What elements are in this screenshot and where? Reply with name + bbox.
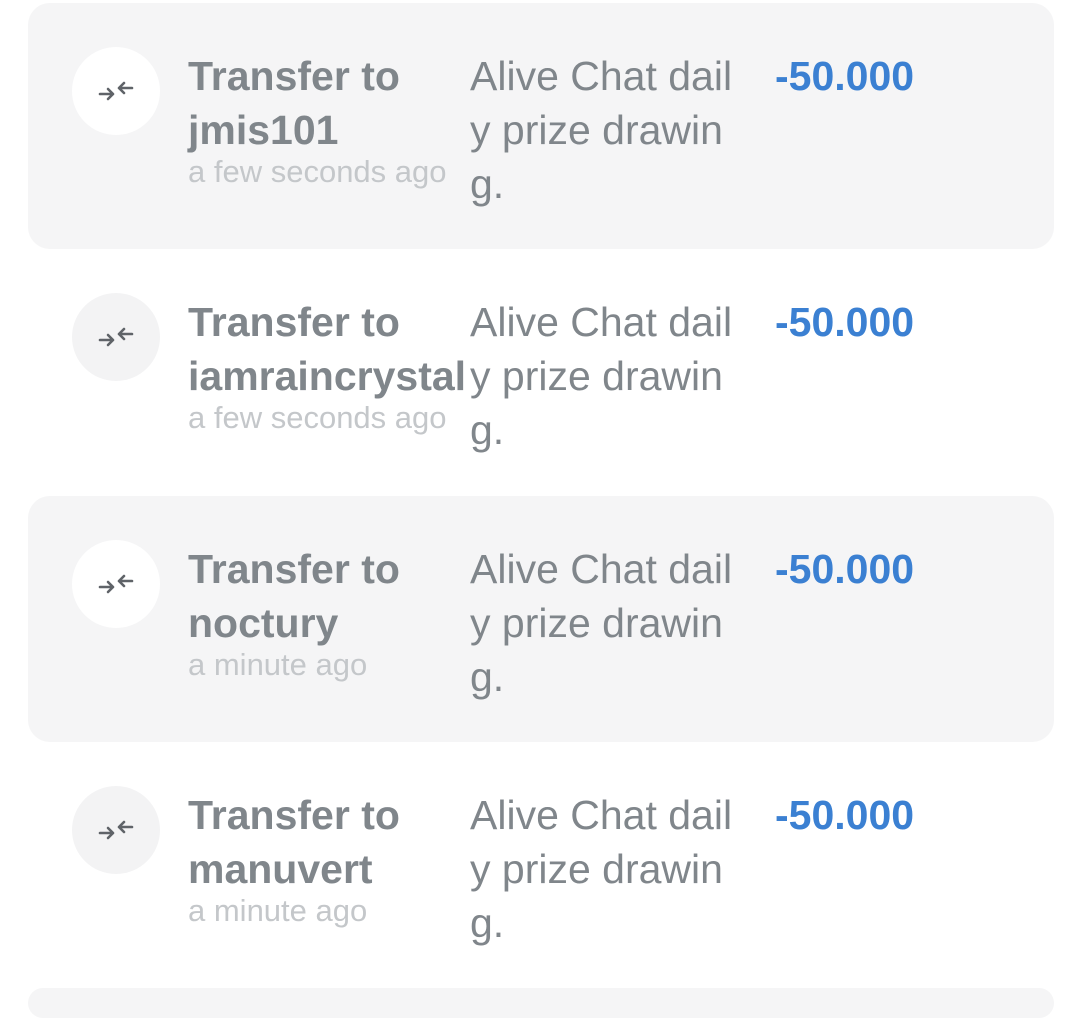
transfer-amount: -50.000 — [775, 792, 915, 838]
memo-line: Alive Chat dail — [470, 792, 733, 838]
transfer-arrows-icon — [72, 47, 160, 135]
memo-line: g. — [470, 407, 505, 453]
transfer-arrows-icon — [72, 786, 160, 874]
memo-line: Alive Chat dail — [470, 299, 733, 345]
transaction-row-partial[interactable] — [28, 988, 1054, 1018]
transfer-arrows-icon — [72, 293, 160, 381]
memo-line: y prize drawin — [470, 107, 723, 153]
transfer-title-prefix: Transfer to — [188, 546, 400, 592]
transaction-row[interactable]: Transfer to manuvert a minute ago Alive … — [28, 742, 1054, 988]
memo-line: y prize drawin — [470, 353, 723, 399]
timestamp: a few seconds ago — [188, 400, 447, 435]
transfer-memo: Alive Chat dail y prize drawin g. — [470, 788, 760, 950]
memo-line: Alive Chat dail — [470, 546, 733, 592]
transfer-title-prefix: Transfer to — [188, 299, 400, 345]
memo-line: y prize drawin — [470, 600, 723, 646]
transfer-memo: Alive Chat dail y prize drawin g. — [470, 542, 760, 704]
transfer-memo: Alive Chat dail y prize drawin g. — [470, 295, 760, 457]
transfer-title: Transfer to jmis101 — [188, 49, 478, 157]
recipient-name: iamraincrystal — [188, 353, 467, 399]
memo-line: y prize drawin — [470, 846, 723, 892]
timestamp: a minute ago — [188, 893, 368, 928]
recipient-name: jmis101 — [188, 107, 339, 153]
transfer-title: Transfer to manuvert — [188, 788, 478, 896]
transfer-title-prefix: Transfer to — [188, 53, 400, 99]
transfer-amount: -50.000 — [775, 299, 915, 345]
transaction-row[interactable]: Transfer to jmis101 a few seconds ago Al… — [28, 3, 1054, 249]
recipient-name: manuvert — [188, 846, 373, 892]
transfer-title-prefix: Transfer to — [188, 792, 400, 838]
memo-line: Alive Chat dail — [470, 53, 733, 99]
transfer-arrows-icon — [72, 540, 160, 628]
timestamp: a few seconds ago — [188, 154, 447, 189]
memo-line: g. — [470, 900, 505, 946]
transfer-title: Transfer to noctury — [188, 542, 478, 650]
memo-line: g. — [470, 654, 505, 700]
timestamp: a minute ago — [188, 647, 368, 682]
transfer-title: Transfer to iamraincrystal — [188, 295, 478, 403]
recipient-name: noctury — [188, 600, 339, 646]
transfer-memo: Alive Chat dail y prize drawin g. — [470, 49, 760, 211]
transfer-amount: -50.000 — [775, 53, 915, 99]
transfer-amount: -50.000 — [775, 546, 915, 592]
transaction-row[interactable]: Transfer to noctury a minute ago Alive C… — [28, 496, 1054, 742]
memo-line: g. — [470, 161, 505, 207]
transaction-row[interactable]: Transfer to iamraincrystal a few seconds… — [28, 249, 1054, 495]
